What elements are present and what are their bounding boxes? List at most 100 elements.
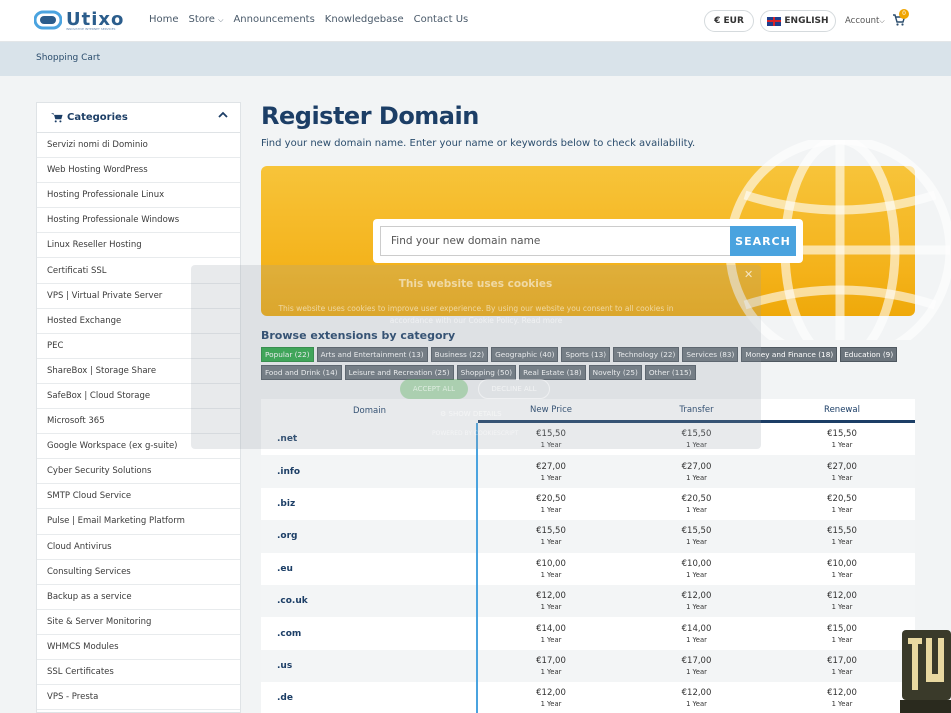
price-cell-new: €17,00 1 Year xyxy=(478,650,624,682)
sidebar-item[interactable]: WHMCS Modules xyxy=(37,635,240,660)
domain-search-input[interactable] xyxy=(380,226,730,256)
cookie-details-label: SHOW DETAILS xyxy=(448,410,502,418)
sidebar-item[interactable]: Backup as a service xyxy=(37,585,240,610)
sidebar-item[interactable]: Cloud Antivirus xyxy=(37,535,240,560)
pricing-table-body: .net €15,50 1 Year €15,50 1 Year €15,50 1 Year… xyxy=(261,423,915,713)
sidebar-item[interactable]: Pulse | Email Marketing Platform xyxy=(37,509,240,535)
search-button[interactable]: SEARCH xyxy=(730,226,796,256)
price-cell-new: €12,00 1 Year xyxy=(478,585,624,617)
price-period: 1 Year xyxy=(831,473,853,482)
table-row: .de €12,00 1 Year €12,00 1 Year €12,00 1 Year xyxy=(261,682,915,713)
price-period: 1 Year xyxy=(540,635,562,644)
language-selector[interactable]: ENGLISH xyxy=(760,10,836,32)
sidebar-item[interactable]: Hosting Professionale Windows xyxy=(37,208,240,234)
page-title: Register Domain xyxy=(261,102,479,130)
price-period: 1 Year xyxy=(686,473,707,482)
sidebar-title: Categories xyxy=(67,112,128,123)
price-period: 1 Year xyxy=(831,700,853,709)
sidebar-item[interactable]: SMTP Cloud Service xyxy=(37,484,240,510)
sidebar-item[interactable]: Linux Reseller Hosting xyxy=(37,233,240,259)
price-value: €12,00 xyxy=(536,688,566,699)
price-cell-renewal: €17,00 1 Year xyxy=(769,650,915,682)
price-cell-new: €10,00 1 Year xyxy=(478,553,624,585)
tld-name: .com xyxy=(261,617,478,650)
cookie-details-toggle[interactable]: ⚙ SHOW DETAILS xyxy=(440,410,502,418)
table-row: .us €17,00 1 Year €17,00 1 Year €17,00 1 Year xyxy=(261,649,915,683)
account-menu[interactable]: Account⌵ xyxy=(845,16,885,26)
price-value: €17,00 xyxy=(536,655,566,666)
price-value: €17,00 xyxy=(827,655,857,666)
nav-store[interactable]: Store ⌵ xyxy=(189,14,224,25)
price-period: 1 Year xyxy=(686,570,707,579)
tld-name: .info xyxy=(261,455,478,488)
sidebar-item[interactable]: Hosting Professionale Linux xyxy=(37,183,240,209)
price-period: 1 Year xyxy=(831,538,853,547)
price-value: €20,50 xyxy=(536,493,566,504)
price-value: €14,00 xyxy=(681,623,712,634)
price-value: €12,00 xyxy=(827,688,857,699)
nav-contact[interactable]: Contact Us xyxy=(414,14,469,25)
price-cell-renewal: €10,00 1 Year xyxy=(769,553,915,585)
price-cell-transfer: €10,00 1 Year xyxy=(624,553,769,585)
sidebar-item[interactable]: Site & Server Monitoring xyxy=(37,610,240,635)
price-cell-transfer: €14,00 1 Year xyxy=(624,617,769,649)
price-cell-renewal: €20,50 1 Year xyxy=(769,488,915,520)
price-value: €15,50 xyxy=(827,526,857,537)
sidebar-item[interactable]: Cyber Security Solutions xyxy=(37,459,240,485)
sidebar-item[interactable]: Web Hosting WordPress xyxy=(37,158,240,184)
table-row: .info €27,00 1 Year €27,00 1 Year €27,00 1 Yea… xyxy=(261,455,915,488)
price-value: €15,50 xyxy=(681,526,712,537)
price-period: 1 Year xyxy=(831,667,853,676)
watermark-logo xyxy=(900,630,951,713)
sidebar-item[interactable]: Consulting Services xyxy=(37,560,240,585)
chevron-up-icon[interactable] xyxy=(218,111,228,119)
sidebar-item[interactable]: SSL Certificates xyxy=(37,660,240,686)
price-cell-new: €15,50 1 Year xyxy=(478,520,624,552)
tld-name: .co.uk xyxy=(261,584,478,618)
close-icon[interactable]: ✕ xyxy=(744,268,753,281)
price-cell-new: €12,00 1 Year xyxy=(478,682,624,713)
sidebar-header[interactable]: Categories xyxy=(37,103,240,133)
price-cell-transfer: €17,00 1 Year xyxy=(624,650,769,682)
price-value: €12,00 xyxy=(681,688,712,699)
price-cell-transfer: €27,00 1 Year xyxy=(624,455,769,487)
price-cell-renewal: €12,00 1 Year xyxy=(769,585,915,617)
price-period: 1 Year xyxy=(540,700,562,709)
logo[interactable]: Utixo INNOVATIVE INTERNET SERVICES xyxy=(33,9,123,33)
price-cell-renewal: €15,00 1 Year xyxy=(769,617,915,649)
table-row: .org €15,50 1 Year €15,50 1 Year €15,50 1 Year xyxy=(261,520,915,553)
price-period: 1 Year xyxy=(540,505,562,514)
nav-home[interactable]: Home xyxy=(149,14,179,25)
nav-announcements[interactable]: Announcements xyxy=(233,14,314,25)
price-period: 1 Year xyxy=(686,700,707,709)
price-cell-renewal: €12,00 1 Year xyxy=(769,682,915,713)
price-value: €10,00 xyxy=(827,558,857,569)
price-value: €20,50 xyxy=(827,493,857,504)
price-cell-renewal: €27,00 1 Year xyxy=(769,455,915,487)
logo-icon xyxy=(33,10,63,30)
category-tag[interactable]: Education (9) xyxy=(840,347,898,362)
tld-name: .us xyxy=(261,649,478,683)
nav-knowledgebase[interactable]: Knowledgebase xyxy=(325,14,404,25)
tld-name: .de xyxy=(261,682,478,713)
cart-icon xyxy=(51,113,63,123)
price-cell-new: €20,50 1 Year xyxy=(478,488,624,520)
price-period: 1 Year xyxy=(540,570,562,579)
sidebar-item[interactable]: VPS - Presta xyxy=(37,685,240,711)
cookie-powered-by: POWERED BY COOKIESCRIPT xyxy=(432,430,519,437)
tld-name: .biz xyxy=(261,487,478,521)
currency-selector[interactable]: € EUR xyxy=(704,10,754,32)
price-value: €12,00 xyxy=(681,591,712,602)
language-label: ENGLISH xyxy=(784,16,829,26)
price-value: €10,00 xyxy=(536,558,566,569)
price-period: 1 Year xyxy=(540,473,562,482)
sidebar-item[interactable]: Servizi nomi di Dominio xyxy=(37,133,240,159)
price-period: 1 Year xyxy=(831,635,853,644)
price-cell-new: €14,00 1 Year xyxy=(478,617,624,649)
breadcrumb[interactable]: Shopping Cart xyxy=(36,53,100,63)
price-value: €15,50 xyxy=(536,526,566,537)
price-cell-transfer: €20,50 1 Year xyxy=(624,488,769,520)
cookie-decline-button[interactable]: DECLINE ALL xyxy=(478,379,550,399)
cookie-accept-button[interactable]: ACCEPT ALL xyxy=(400,379,468,399)
price-period: 1 Year xyxy=(686,635,707,644)
